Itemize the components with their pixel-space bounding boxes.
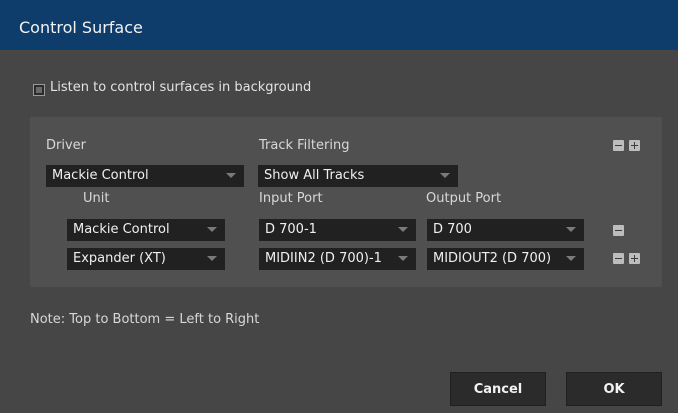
title-bar: Control Surface xyxy=(0,0,678,50)
chevron-down-icon xyxy=(398,256,408,261)
unit-dropdown-2-value: Expander (XT) xyxy=(73,251,166,266)
input-port-column-label: Input Port xyxy=(259,191,323,206)
window-title: Control Surface xyxy=(19,18,143,37)
chevron-down-icon xyxy=(207,227,217,232)
chevron-down-icon xyxy=(566,256,576,261)
chevron-down-icon xyxy=(207,256,217,261)
chevron-down-icon xyxy=(226,173,236,178)
unit-dropdown-1[interactable]: Mackie Control xyxy=(67,219,225,241)
cancel-button[interactable]: Cancel xyxy=(450,372,546,406)
chevron-down-icon xyxy=(566,227,576,232)
output-port-dropdown-1[interactable]: D 700 xyxy=(427,219,584,241)
chevron-down-icon xyxy=(440,173,450,178)
minus-icon[interactable] xyxy=(613,253,624,264)
listen-background-checkbox[interactable] xyxy=(33,84,45,96)
minus-icon[interactable] xyxy=(613,140,624,151)
track-filtering-label: Track Filtering xyxy=(259,138,350,153)
driver-dropdown[interactable]: Mackie Control xyxy=(46,165,244,187)
driver-dropdown-value: Mackie Control xyxy=(52,168,149,183)
input-port-dropdown-1[interactable]: D 700-1 xyxy=(259,219,416,241)
minus-icon[interactable] xyxy=(613,225,624,236)
unit-dropdown-2[interactable]: Expander (XT) xyxy=(67,248,225,270)
plus-icon[interactable] xyxy=(629,140,640,151)
chevron-down-icon xyxy=(398,227,408,232)
track-filtering-dropdown-value: Show All Tracks xyxy=(264,168,365,183)
driver-label: Driver xyxy=(46,138,87,153)
track-filtering-dropdown[interactable]: Show All Tracks xyxy=(258,165,458,187)
ok-button[interactable]: OK xyxy=(566,372,662,406)
output-port-dropdown-2-value: MIDIOUT2 (D 700) xyxy=(433,251,552,266)
output-port-column-label: Output Port xyxy=(426,191,502,206)
note-text: Note: Top to Bottom = Left to Right xyxy=(30,312,260,327)
input-port-dropdown-2-value: MIDIIN2 (D 700)-1 xyxy=(265,251,382,266)
plus-icon[interactable] xyxy=(629,253,640,264)
input-port-dropdown-1-value: D 700-1 xyxy=(265,222,317,237)
unit-dropdown-1-value: Mackie Control xyxy=(73,222,170,237)
input-port-dropdown-2[interactable]: MIDIIN2 (D 700)-1 xyxy=(259,248,416,270)
unit-column-label: Unit xyxy=(83,191,110,206)
output-port-dropdown-1-value: D 700 xyxy=(433,222,472,237)
output-port-dropdown-2[interactable]: MIDIOUT2 (D 700) xyxy=(427,248,584,270)
listen-background-label[interactable]: Listen to control surfaces in background xyxy=(50,80,311,95)
